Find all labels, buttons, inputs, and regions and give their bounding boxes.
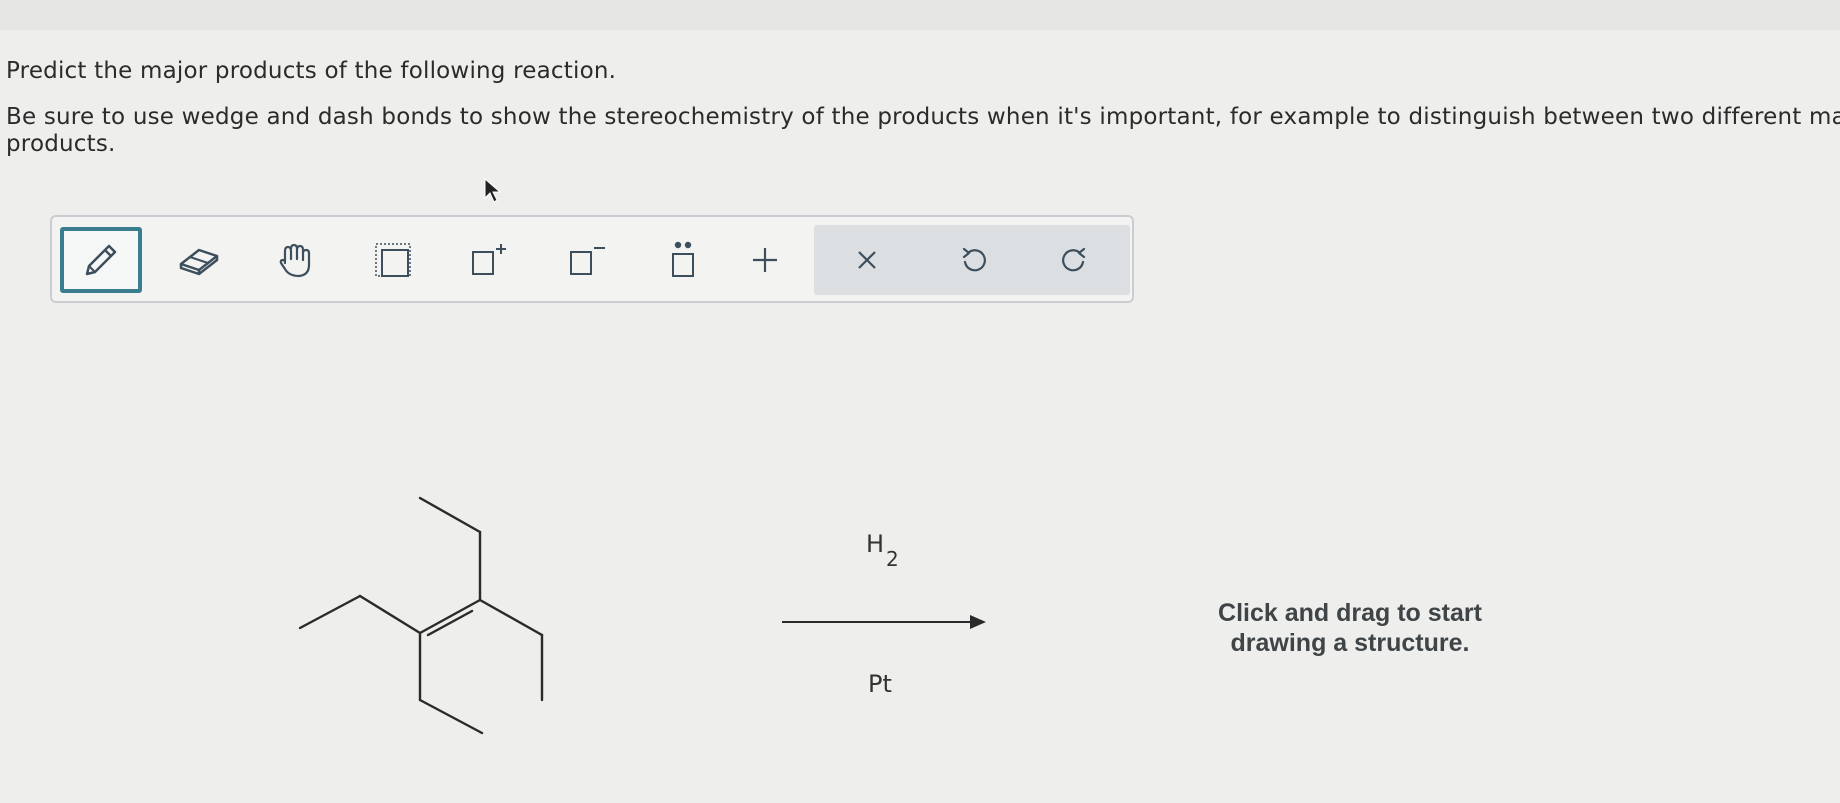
eraser-tool[interactable] <box>158 227 240 293</box>
catalyst-label: Pt <box>868 670 892 698</box>
double-bond-inner <box>426 609 474 637</box>
clear-button[interactable] <box>826 227 908 293</box>
reagent-h: H <box>866 530 885 558</box>
reactant-molecule <box>298 496 544 735</box>
bond <box>298 594 362 630</box>
redo-icon <box>1062 247 1086 272</box>
undo-icon <box>962 247 986 272</box>
bond <box>418 496 482 534</box>
reagent-above-arrow: H2 <box>866 530 899 571</box>
canvas-hint-line2: drawing a structure. <box>1230 629 1470 657</box>
question-detail: Be sure to use wedge and dash bonds to s… <box>6 104 1840 130</box>
lone-pair-tool[interactable] <box>642 227 724 293</box>
drawing-toolbar <box>50 215 1134 303</box>
bond <box>478 598 544 637</box>
eraser-icon <box>179 248 219 276</box>
negative-charge-tool[interactable] <box>546 227 628 293</box>
redo-button[interactable] <box>1034 227 1116 293</box>
hand-tool[interactable] <box>254 227 336 293</box>
canvas-hint: Click and drag to start drawing a struct… <box>1180 598 1520 658</box>
box-minus-icon <box>570 247 605 275</box>
question-detail-continued: products. <box>6 131 116 157</box>
bond <box>358 594 422 635</box>
x-icon <box>858 251 876 269</box>
canvas-hint-line1: Click and drag to start <box>1218 599 1482 627</box>
page-top-band <box>0 0 1840 30</box>
pencil-tool[interactable] <box>60 227 142 293</box>
action-button-group <box>814 225 1130 295</box>
mouse-pointer-icon <box>484 178 502 203</box>
pencil-icon <box>85 244 117 276</box>
select-tool[interactable] <box>352 227 434 293</box>
hand-icon <box>279 243 311 278</box>
bond <box>418 698 484 735</box>
selection-box-icon <box>375 243 411 277</box>
undo-button[interactable] <box>932 227 1014 293</box>
bond <box>418 598 482 635</box>
plus-icon <box>753 248 777 272</box>
positive-charge-tool[interactable] <box>448 227 530 293</box>
add-tool[interactable] <box>724 227 806 293</box>
box-lone-pair-icon <box>672 241 694 277</box>
reagent-subscript: 2 <box>886 547 899 571</box>
box-plus-icon <box>472 244 506 275</box>
reaction-arrow <box>782 615 986 629</box>
question-instruction: Predict the major products of the follow… <box>6 58 617 84</box>
